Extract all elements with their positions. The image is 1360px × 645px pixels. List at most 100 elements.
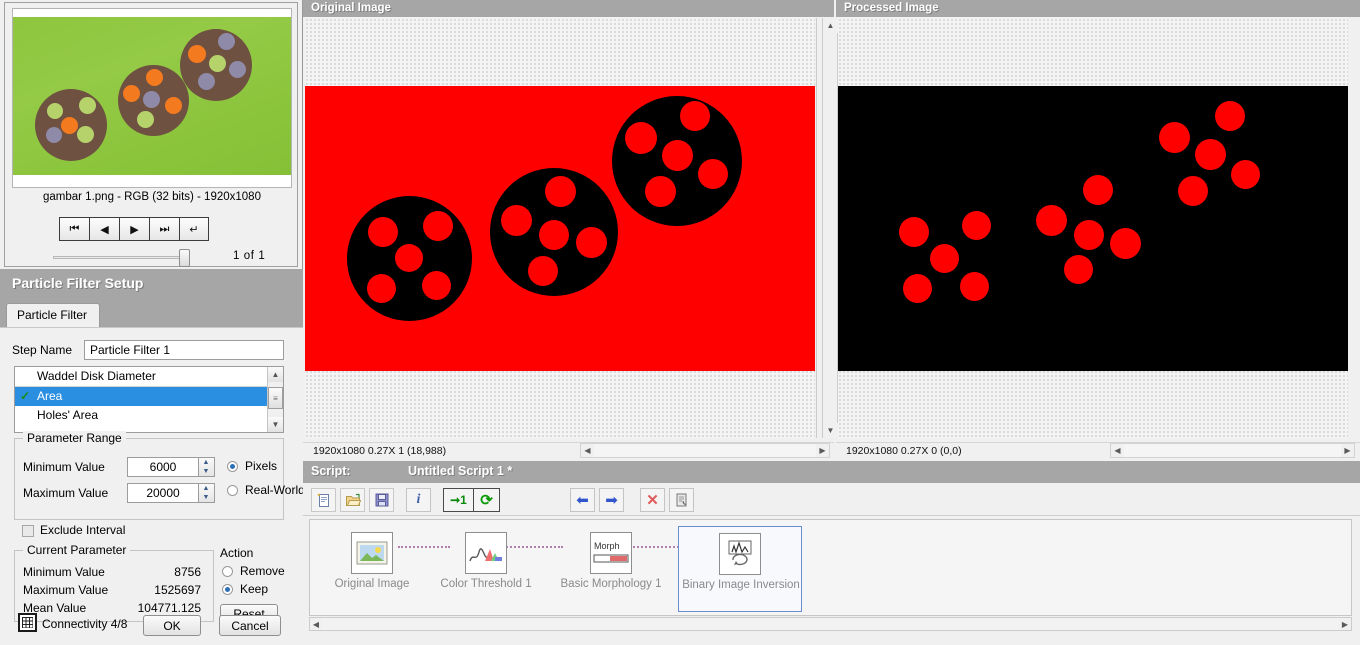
clipboard-icon — [676, 493, 686, 507]
run-once-icon: ➞1 — [450, 493, 467, 507]
cancel-button[interactable]: Cancel — [219, 615, 281, 636]
scroll-down-icon[interactable]: ▼ — [823, 423, 838, 438]
script-info-button[interactable]: i — [406, 488, 431, 512]
original-image-canvas[interactable] — [305, 18, 815, 438]
new-document-icon — [317, 493, 329, 507]
processed-image-header: Processed Image — [836, 0, 1360, 17]
script-steps-list[interactable]: Original Image Color Threshold 1 Morph B… — [309, 519, 1352, 616]
scroll-left-icon[interactable]: ◀ — [581, 444, 594, 457]
thumbnail-slider[interactable]: 1 of 1 — [53, 248, 298, 268]
radio-icon — [222, 566, 233, 577]
particle-filter-window: gambar 1.png - RGB (32 bits) - 1920x1080… — [0, 0, 1360, 645]
arrow-left-icon: ⬅ — [576, 492, 589, 509]
table-row: Maximum Value 1525697 — [23, 583, 207, 600]
script-step-basic-morphology[interactable]: Morph Basic Morphology 1 — [553, 526, 669, 612]
parameter-label: Holes' Area — [37, 408, 98, 422]
table-row: Minimum Value 8756 — [23, 565, 207, 582]
connectivity-icon[interactable] — [18, 613, 37, 632]
scroll-right-icon[interactable]: ▶ — [1339, 618, 1351, 630]
setup-body: Step Name Waddel Disk Diameter ✓ Area Ho… — [0, 327, 305, 645]
page-indicator: 1 of 1 — [233, 250, 266, 262]
first-image-button[interactable]: ⏮ — [59, 217, 89, 241]
group-title: Current Parameter — [23, 543, 131, 557]
step-name-label: Step Name — [12, 343, 73, 357]
scroll-down-icon[interactable]: ▼ — [268, 417, 283, 432]
minimum-value-stepper[interactable]: ▲ ▼ — [199, 457, 215, 477]
copy-step-button[interactable] — [669, 488, 694, 512]
save-script-button[interactable] — [369, 488, 394, 512]
svg-text:Morph: Morph — [594, 541, 620, 551]
slider-track — [53, 256, 188, 259]
histogram-icon — [465, 532, 507, 574]
loop-image-button[interactable]: ↵ — [179, 217, 209, 241]
scroll-left-icon[interactable]: ◀ — [310, 618, 322, 630]
run-continuous-button[interactable]: ⟳ — [473, 488, 500, 512]
parameter-list-scrollbar[interactable]: ▲ ≡ ▼ — [267, 367, 283, 432]
radio-label: Real-World — [245, 483, 305, 497]
row-label: Maximum Value — [23, 583, 109, 597]
ok-button[interactable]: OK — [143, 615, 201, 636]
scroll-up-icon[interactable]: ▲ — [823, 18, 838, 33]
close-icon: ✕ — [646, 492, 659, 509]
parameter-list[interactable]: Waddel Disk Diameter ✓ Area Holes' Area … — [14, 366, 284, 433]
maximum-value-label: Maximum Value — [23, 486, 109, 500]
stepper-down-icon[interactable]: ▼ — [199, 493, 213, 502]
radio-icon — [227, 485, 238, 496]
minimum-value-input[interactable] — [127, 457, 199, 477]
list-item[interactable]: Waddel Disk Diameter — [15, 367, 283, 387]
stepper-down-icon[interactable]: ▼ — [199, 467, 213, 476]
particle-image — [838, 86, 1348, 371]
processed-image-vscrollbar[interactable]: ▲ ▼ — [822, 18, 838, 438]
script-step-color-threshold[interactable]: Color Threshold 1 — [428, 526, 544, 612]
row-value: 1525697 — [154, 583, 201, 597]
scroll-up-icon[interactable]: ▲ — [268, 367, 283, 382]
step-forward-button[interactable]: ➡ — [599, 488, 624, 512]
connectivity-label: Connectivity 4/8 — [42, 617, 128, 631]
scrollbar-thumb[interactable]: ≡ — [268, 387, 283, 409]
original-image-header: Original Image — [303, 0, 834, 17]
maximum-value-stepper[interactable]: ▲ ▼ — [199, 483, 215, 503]
stepper-up-icon[interactable]: ▲ — [199, 458, 213, 467]
tab-particle-filter[interactable]: Particle Filter — [6, 303, 101, 327]
maximum-value-input[interactable] — [127, 483, 199, 503]
step-name-input[interactable] — [84, 340, 284, 360]
thumbnail-preview[interactable] — [12, 8, 292, 188]
script-name: Untitled Script 1 * — [408, 464, 513, 478]
script-label: Script: — [311, 464, 351, 478]
script-step-original-image[interactable]: Original Image — [314, 526, 430, 612]
script-step-binary-image-inversion[interactable]: Binary Image Inversion — [678, 526, 802, 612]
run-once-button[interactable]: ➞1 — [443, 488, 474, 512]
step-label: Binary Image Inversion — [682, 579, 800, 591]
group-title: Action — [220, 546, 254, 560]
script-panel: Script: Untitled Script 1 * i ➞1 ⟳ ⬅ ➡ ✕… — [303, 461, 1360, 645]
script-header: Script: Untitled Script 1 * — [303, 461, 1360, 483]
scroll-right-icon[interactable]: ▶ — [816, 444, 829, 457]
step-back-button[interactable]: ⬅ — [570, 488, 595, 512]
stepper-up-icon[interactable]: ▲ — [199, 484, 213, 493]
row-value: 8756 — [174, 565, 201, 579]
loop-arrow-icon: ⟳ — [480, 492, 493, 509]
last-image-button[interactable]: ⏭ — [149, 217, 179, 241]
step-label: Color Threshold 1 — [440, 578, 532, 590]
script-hscrollbar[interactable]: ◀ ▶ — [309, 617, 1352, 631]
previous-image-button[interactable]: ◀ — [89, 217, 119, 241]
thumbnail-caption: gambar 1.png - RGB (32 bits) - 1920x1080 — [43, 191, 261, 203]
scroll-left-icon[interactable]: ◀ — [1111, 444, 1124, 457]
left-panel: gambar 1.png - RGB (32 bits) - 1920x1080… — [0, 0, 305, 645]
processed-image-hscrollbar[interactable]: ◀ ▶ — [1110, 443, 1355, 458]
open-script-button[interactable] — [340, 488, 365, 512]
delete-step-button[interactable]: ✕ — [640, 488, 665, 512]
checkbox-icon — [22, 525, 34, 537]
info-icon: i — [416, 492, 421, 507]
processed-image-canvas[interactable] — [838, 18, 1348, 438]
slider-handle[interactable] — [179, 249, 190, 267]
list-item[interactable]: ✓ Area — [15, 387, 283, 406]
next-image-button[interactable]: ▶ — [119, 217, 149, 241]
new-script-button[interactable] — [311, 488, 336, 512]
folder-open-icon — [345, 493, 361, 506]
original-image-hscrollbar[interactable]: ◀ ▶ — [580, 443, 830, 458]
floppy-disk-icon — [375, 493, 388, 507]
scroll-right-icon[interactable]: ▶ — [1341, 444, 1354, 457]
list-item[interactable]: Holes' Area — [15, 406, 283, 425]
image-browser-panel: gambar 1.png - RGB (32 bits) - 1920x1080… — [4, 2, 298, 267]
